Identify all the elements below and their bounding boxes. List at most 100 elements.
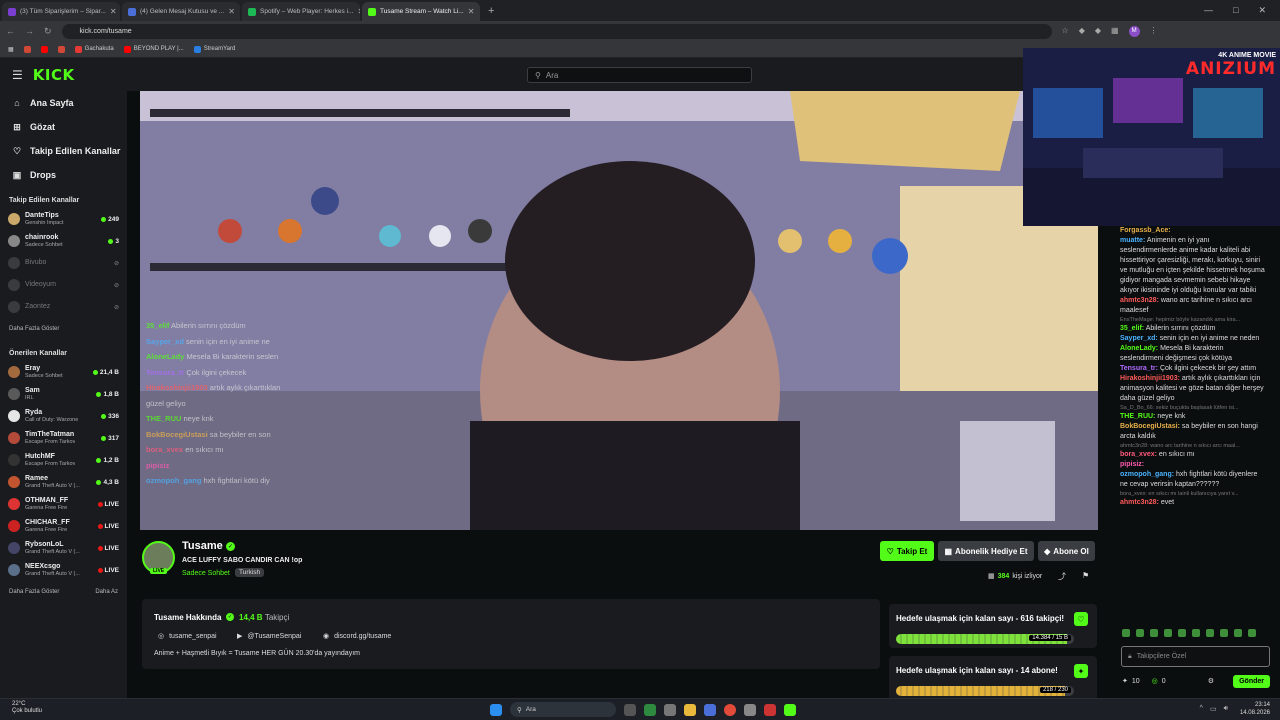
channel-item[interactable]: TimTheTatman Escape From Tarkov 317 — [0, 427, 127, 449]
extension-icon[interactable]: ◆ — [1079, 26, 1085, 37]
emote-icon[interactable] — [1150, 629, 1158, 637]
stream-category[interactable]: Sadece Sohbet — [182, 570, 230, 577]
chat-username[interactable]: THE_RUU: — [1120, 413, 1155, 420]
maximize-icon[interactable]: □ — [1233, 5, 1238, 16]
channel-item[interactable]: Ryda Call of Duty: Warzone 336 — [0, 405, 127, 427]
emote-icon[interactable] — [1248, 629, 1256, 637]
channel-item[interactable]: Ramee Grand Theft Auto V (... 4,3 B — [0, 471, 127, 493]
profile-avatar[interactable]: M — [1128, 25, 1140, 37]
channel-item[interactable]: HutchMF Escape From Tarkov 1,2 B — [0, 449, 127, 471]
kick-app-icon[interactable] — [784, 703, 796, 716]
sidebar-item-gift[interactable]: ▣ Drops — [0, 163, 127, 187]
browser-tab[interactable]: Tusame Stream – Watch Li... ✕ — [362, 2, 480, 21]
chat-username[interactable]: AloneLady: — [1120, 345, 1158, 352]
channel-item[interactable]: NEEXcsgo Grand Theft Auto V (... LIVE — [0, 559, 127, 581]
channel-item[interactable]: Zaontez ⊘ — [0, 296, 127, 318]
close-tab-icon[interactable]: ✕ — [468, 7, 475, 16]
close-tab-icon[interactable]: ✕ — [228, 7, 235, 16]
sidebar-item-home[interactable]: ⌂ Ana Sayfa — [0, 91, 127, 115]
channel-item[interactable]: RybsonLoL Grand Theft Auto V (... LIVE — [0, 537, 127, 559]
apps-grid-icon[interactable]: ▦ — [8, 46, 14, 53]
file-explorer-icon[interactable] — [684, 703, 696, 716]
volume-icon[interactable]: 🔊︎ — [1224, 705, 1228, 713]
url-field[interactable]: kick.com/tusame — [61, 23, 1052, 39]
bookmark-item[interactable] — [57, 45, 65, 53]
chat-username[interactable]: bora_xvex: — [1120, 451, 1157, 458]
emote-icon[interactable] — [1178, 629, 1186, 637]
video-player[interactable]: 35_elif Abilerin sırrını çözdüm Sayper_xd… — [140, 91, 1098, 530]
show-less-label[interactable]: Daha Az — [95, 589, 118, 595]
settings-icon[interactable] — [744, 703, 756, 716]
channel-item[interactable]: CHICHAR_FF Garena Free Fire LIVE — [0, 515, 127, 537]
channel-item[interactable]: Eray Sadece Sohbet 21,4 B — [0, 361, 127, 383]
settings-gear-icon[interactable]: ⚙ — [1208, 677, 1214, 685]
report-flag-icon[interactable]: ⚑ — [1082, 571, 1089, 580]
browser-tab[interactable]: (4) Gelen Mesaj Kutusu ve ... ✕ — [122, 2, 240, 21]
bookmark-item[interactable]: BEYOND PLAY |... — [123, 45, 184, 53]
emote-icon[interactable] — [1136, 629, 1144, 637]
social-link[interactable]: ▶ @TusameSenpai — [237, 632, 301, 641]
emote-icon[interactable] — [1206, 629, 1214, 637]
sidebar-item-heart[interactable]: ♡ Takip Edilen Kanallar — [0, 139, 127, 163]
back-icon[interactable]: ← — [6, 26, 15, 36]
emote-icon[interactable] — [1220, 629, 1228, 637]
gift-subscription-button[interactable]: ▦ Abonelik Hediye Et — [938, 541, 1034, 561]
chat-username[interactable]: Hirakoshinjii1903: — [1120, 375, 1180, 382]
channel-item[interactable]: Bivubo ⊘ — [0, 252, 127, 274]
windows-start-icon[interactable] — [490, 703, 502, 716]
chevron-up-icon[interactable]: ^ — [1200, 705, 1203, 713]
bookmark-item[interactable]: Gachakuta — [74, 45, 114, 53]
extension-icon[interactable]: ◆ — [1095, 26, 1101, 37]
show-more-followed[interactable]: Daha Fazla Göster — [0, 318, 127, 340]
follow-button[interactable]: ♡ Takip Et — [880, 541, 934, 561]
browser-tab[interactable]: Spotify – Web Player: Herkes i...✕ — [242, 2, 360, 21]
bookmark-item[interactable] — [23, 45, 31, 53]
app-icon[interactable] — [704, 703, 716, 716]
chat-username[interactable]: ozmopoh_gang: — [1120, 471, 1174, 478]
xbox-icon[interactable] — [644, 703, 656, 716]
forward-icon[interactable]: → — [25, 26, 34, 36]
menu-dots-icon[interactable]: ⋮ — [1150, 26, 1158, 37]
menu-icon[interactable]: ☰ — [12, 68, 23, 82]
new-tab-icon[interactable]: + — [488, 5, 494, 17]
language-tag[interactable]: Turkish — [235, 568, 265, 577]
app-icon[interactable] — [664, 703, 676, 716]
chat-input[interactable]: 🔒︎ Takipçilere Özel — [1121, 646, 1270, 667]
bookmark-item[interactable] — [40, 45, 48, 53]
show-more-recommended[interactable]: Daha Fazla Göster Daha Az — [0, 581, 127, 603]
emote-icon[interactable] — [1192, 629, 1200, 637]
emote-icon[interactable] — [1164, 629, 1172, 637]
channel-item[interactable]: chainrook Sadece Sohbet 3 — [0, 230, 127, 252]
reload-icon[interactable]: ↻ — [44, 26, 52, 37]
kick-logo[interactable]: KICK — [33, 66, 75, 84]
share-icon[interactable]: ⤴ — [1058, 571, 1066, 582]
network-icon[interactable]: ▭ — [1210, 705, 1217, 713]
chat-username[interactable]: Tensura_tr: — [1120, 365, 1158, 372]
taskbar-search[interactable]: ⚲ Ara — [510, 702, 616, 717]
chat-username[interactable]: 35_elif: — [1120, 325, 1144, 332]
emote-icon[interactable] — [1122, 629, 1130, 637]
chat-username[interactable]: ahmtc3n28: — [1120, 297, 1159, 304]
chat-username[interactable]: pipisiz: — [1120, 461, 1144, 468]
browser-tab[interactable]: (3) Tüm Siparişlerim – Sipar... ✕ — [2, 2, 120, 21]
social-link[interactable]: ◉ discord.gg/tusame — [323, 632, 391, 641]
channel-item[interactable]: OTHMAN_FF Garena Free Fire LIVE — [0, 493, 127, 515]
weather-widget[interactable]: 22°C Çok bulutlu — [12, 701, 42, 715]
chat-username[interactable]: Forgassb_Ace: — [1120, 227, 1171, 234]
bookmark-star-icon[interactable]: ☆ — [1062, 26, 1069, 37]
bookmark-item[interactable]: StreamYard — [193, 45, 235, 53]
close-tab-icon[interactable]: ✕ — [357, 7, 360, 16]
minimize-icon[interactable]: — — [1204, 5, 1213, 16]
points-icon[interactable]: ✦ — [1122, 677, 1128, 685]
send-button[interactable]: Gönder — [1233, 674, 1270, 688]
channel-item[interactable]: DanteTips Genshin Impact 249 — [0, 208, 127, 230]
clock[interactable]: 23:14 14.08.2026 — [1240, 701, 1270, 717]
task-view-icon[interactable] — [624, 703, 636, 716]
channel-item[interactable]: Videoyum ⊘ — [0, 274, 127, 296]
sidebar-item-browse[interactable]: ⊞ Gözat — [0, 115, 127, 139]
chat-username[interactable]: muatte: — [1120, 237, 1145, 244]
subscribe-button[interactable]: ◆ Abone Ol — [1038, 541, 1095, 561]
emote-icon[interactable] — [1234, 629, 1242, 637]
social-link[interactable]: ◎ tusame_senpai — [158, 632, 217, 641]
chat-username[interactable]: Sayper_xd: — [1120, 335, 1158, 342]
